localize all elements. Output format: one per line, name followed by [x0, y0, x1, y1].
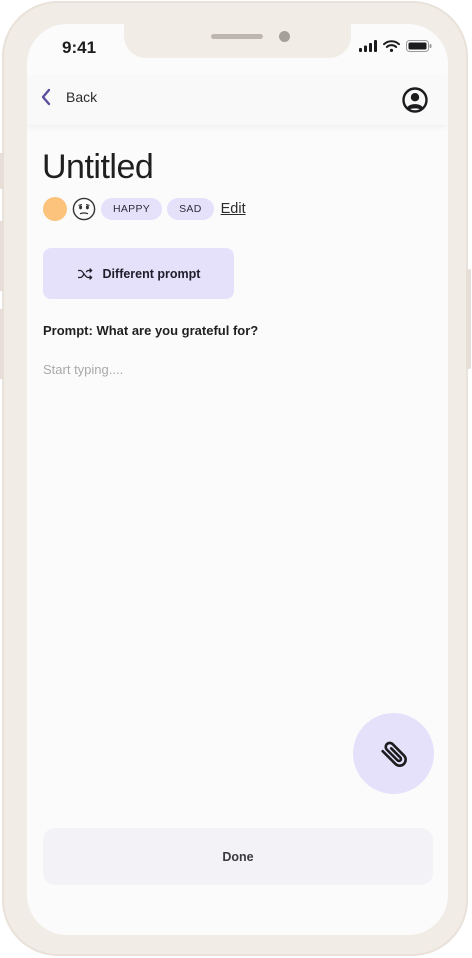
different-prompt-button[interactable]: Different prompt — [43, 248, 234, 299]
front-camera — [279, 31, 290, 42]
mood-tags: HAPPY SAD Edit — [43, 197, 246, 221]
tag-chip-happy[interactable]: HAPPY — [101, 198, 163, 220]
back-button[interactable]: Back — [40, 87, 97, 107]
volume-down-button — [0, 309, 4, 379]
tag-chip-sad[interactable]: SAD — [167, 198, 214, 220]
notch — [124, 24, 351, 58]
edit-tags-link[interactable]: Edit — [221, 201, 246, 217]
wifi-icon — [383, 40, 400, 52]
shuffle-icon — [77, 267, 93, 280]
different-prompt-label: Different prompt — [102, 266, 201, 281]
status-time: 9:41 — [62, 38, 97, 57]
phone-frame: 9:41 Back Untitled HAPPY SAD Edit Differ… — [0, 1, 471, 956]
back-label: Back — [66, 89, 98, 105]
user-circle-icon[interactable] — [401, 86, 429, 114]
neutral-face-icon — [72, 197, 96, 221]
chevron-left-icon — [41, 88, 51, 106]
mood-color-dot — [43, 197, 67, 221]
status-icons — [359, 40, 432, 52]
prompt-question: Prompt: What are you grateful for? — [43, 323, 259, 338]
top-nav-bar: Back — [27, 77, 448, 125]
paperclip-icon — [380, 741, 407, 767]
power-button — [466, 269, 471, 369]
attach-button[interactable] — [353, 713, 434, 794]
mute-switch — [0, 153, 4, 189]
journal-text-input[interactable] — [43, 362, 433, 702]
battery-icon — [406, 40, 432, 52]
signal-icon — [359, 40, 377, 52]
done-button[interactable]: Done — [43, 828, 433, 885]
speaker — [211, 34, 263, 39]
screen: 9:41 Back Untitled HAPPY SAD Edit Differ… — [27, 24, 448, 935]
volume-up-button — [0, 221, 4, 291]
entry-title[interactable]: Untitled — [42, 148, 154, 187]
